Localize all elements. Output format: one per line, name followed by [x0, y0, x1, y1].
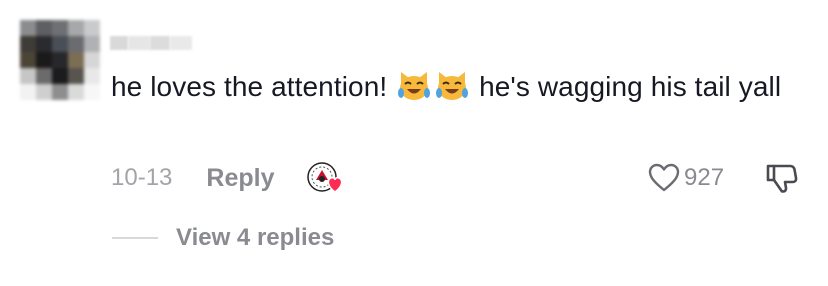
view-replies-label: View 4 replies [176, 224, 335, 251]
username-redacted[interactable] [110, 30, 194, 52]
like-button[interactable]: 927 [648, 160, 724, 196]
comment-text-part1: he loves the attention! [111, 71, 388, 102]
replies-divider-line [112, 237, 158, 239]
comment-text: he loves the attention! he's wagging his… [111, 66, 801, 108]
comment-text-part2: he's wagging his tail yall [479, 71, 782, 102]
comment-date: 10-13 [111, 164, 173, 191]
thumbs-down-icon[interactable] [764, 160, 800, 196]
comment-meta-row: 10-13 Reply [111, 160, 274, 196]
reply-button[interactable]: Reply [206, 164, 274, 193]
view-replies-button[interactable]: View 4 replies [112, 220, 334, 256]
like-count: 927 [684, 164, 725, 191]
laughing-cat-emoji-icon [398, 72, 431, 100]
laughing-cat-emoji-icon [436, 72, 469, 100]
creator-avatar-heart-icon [307, 162, 343, 193]
avatar[interactable] [20, 20, 100, 100]
heart-outline-icon [648, 163, 680, 192]
